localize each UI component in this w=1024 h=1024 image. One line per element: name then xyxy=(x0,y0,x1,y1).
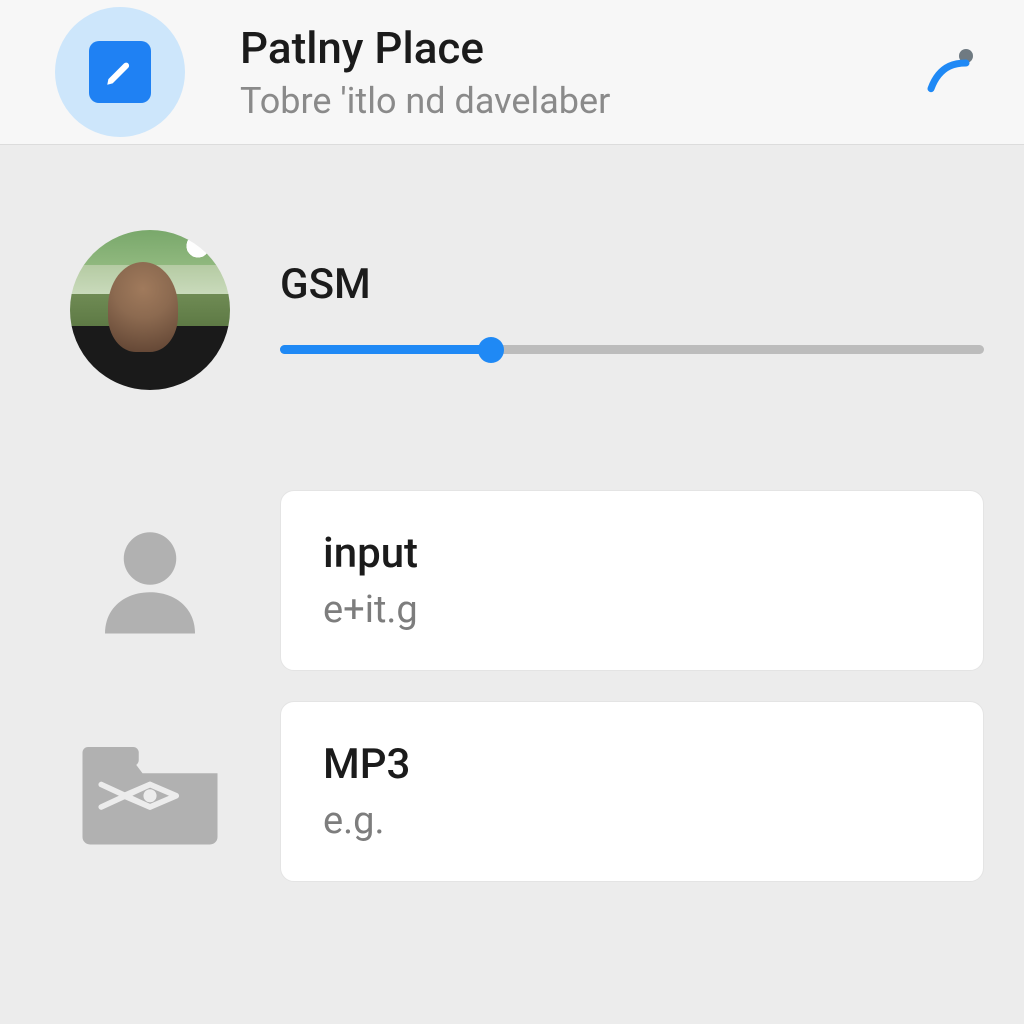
mp3-card[interactable]: MP3 e.g. xyxy=(280,701,984,882)
main-content: GSM input e+it.g xyxy=(0,145,1024,882)
input-card[interactable]: input e+it.g xyxy=(280,490,984,671)
card-title: MP3 xyxy=(323,740,941,789)
microphone-icon xyxy=(924,42,980,102)
profile-label: GSM xyxy=(280,260,984,309)
progress-slider[interactable] xyxy=(280,339,984,361)
card-subtitle: e+it.g xyxy=(323,588,941,632)
profile-row: GSM xyxy=(70,230,984,390)
mp3-row: MP3 e.g. xyxy=(70,701,984,882)
header-action-button[interactable] xyxy=(920,40,984,104)
header-text: Patlny Place Tobre 'itlo nd davelaber xyxy=(240,22,920,122)
folder-icon xyxy=(70,727,230,857)
edit-icon xyxy=(89,41,151,103)
profile-avatar[interactable] xyxy=(70,230,230,390)
card-subtitle: e.g. xyxy=(323,799,941,843)
slider-fill xyxy=(280,345,491,354)
slider-thumb[interactable] xyxy=(478,337,504,363)
app-header: Patlny Place Tobre 'itlo nd davelaber xyxy=(0,0,1024,145)
person-icon xyxy=(70,521,230,641)
page-subtitle: Tobre 'itlo nd davelaber xyxy=(240,80,920,122)
input-row: input e+it.g xyxy=(70,490,984,671)
card-title: input xyxy=(323,529,941,578)
page-title: Patlny Place xyxy=(240,22,920,74)
header-avatar[interactable] xyxy=(55,7,185,137)
avatar-photo xyxy=(70,230,230,390)
